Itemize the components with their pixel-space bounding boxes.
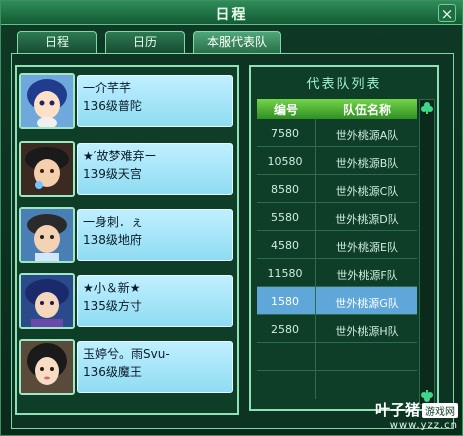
watermark-tag: 游戏网 (422, 403, 458, 418)
schedule-window: 日程 × 日程 日历 本服代表队 一介芊芊 136级普陀 ★′故梦难弃ー 139… (0, 0, 463, 436)
team-number: 10580 (267, 155, 303, 168)
table-row[interactable]: 10580 世外桃源B队 (257, 147, 417, 175)
member-info: 一身刺．ぇ 138级地府 (77, 209, 233, 261)
team-name: 世外桃源G队 (335, 297, 399, 310)
member-info: 一介芊芊 136级普陀 (77, 75, 233, 127)
team-number: 7580 (271, 127, 299, 140)
team-name: 世外桃源C队 (335, 185, 399, 198)
member-level-class: 139级天宫 (83, 167, 142, 181)
tab-schedule[interactable]: 日程 (17, 31, 97, 53)
team-name: 世外桃源A队 (335, 129, 399, 142)
avatar (19, 207, 75, 263)
table-row[interactable]: 5580 世外桃源D队 (257, 203, 417, 231)
team-number: 5580 (271, 211, 299, 224)
team-name: 世外桃源D队 (335, 213, 399, 226)
table-row[interactable]: 4580 世外桃源E队 (257, 231, 417, 259)
close-button[interactable]: × (438, 4, 456, 23)
title-bar[interactable]: 日程 × (1, 1, 462, 25)
member-card-4[interactable]: ★小＆新★ 135级方寸 (19, 273, 233, 329)
tab-server-team[interactable]: 本服代表队 (193, 31, 281, 53)
header-number[interactable]: 编号 (257, 101, 315, 118)
member-card-5[interactable]: 玉婷兮。雨Svu- 136级魔王 (19, 339, 233, 395)
club-up-icon (421, 102, 433, 114)
member-level-class: 135级方寸 (83, 299, 142, 313)
avatar-portrait-2-icon (21, 143, 73, 195)
member-info: ★小＆新★ 135级方寸 (77, 275, 233, 327)
watermark: 叶子猪 游戏网 www.yzz.cn (375, 399, 458, 431)
tab-calendar[interactable]: 日历 (105, 31, 185, 53)
window-title: 日程 (215, 7, 248, 23)
table-row[interactable]: 2580 世外桃源H队 (257, 315, 417, 343)
table-row-empty (257, 371, 417, 399)
member-level-class: 136级魔王 (83, 365, 142, 379)
team-number: 11580 (267, 267, 303, 280)
team-name: 世外桃源B队 (335, 157, 399, 170)
avatar-portrait-5-icon (21, 341, 73, 393)
avatar-portrait-4-icon (21, 275, 73, 327)
close-icon: × (440, 5, 454, 23)
member-name: ★′故梦难弃ー (83, 149, 157, 163)
watermark-url: www.yzz.cn (389, 420, 458, 431)
watermark-brand: 叶子猪 游戏网 (375, 399, 458, 420)
team-name: 世外桃源F队 (336, 269, 398, 282)
team-list-scrollbar[interactable] (419, 99, 435, 405)
avatar (19, 339, 75, 395)
member-card-3[interactable]: 一身刺．ぇ 138级地府 (19, 207, 233, 263)
team-name: 世外桃源E队 (336, 241, 398, 254)
member-info: 玉婷兮。雨Svu- 136级魔王 (77, 341, 233, 393)
member-level-class: 138级地府 (83, 233, 142, 247)
member-card-2[interactable]: ★′故梦难弃ー 139级天宫 (19, 141, 233, 197)
member-name: ★小＆新★ (83, 281, 141, 295)
member-name: 一身刺．ぇ (83, 215, 144, 229)
table-row[interactable]: 8580 世外桃源C队 (257, 175, 417, 203)
team-number: 2580 (271, 323, 299, 336)
avatar-portrait-3-icon (21, 209, 73, 261)
avatar (19, 273, 75, 329)
team-number: 8580 (271, 183, 299, 196)
avatar (19, 141, 75, 197)
team-table-header: 编号 队伍名称 (257, 99, 417, 119)
member-card-1[interactable]: 一介芊芊 136级普陀 (19, 73, 233, 129)
team-number: 4580 (271, 239, 299, 252)
table-row[interactable]: 11580 世外桃源F队 (257, 259, 417, 287)
team-name: 世外桃源H队 (335, 325, 399, 338)
scroll-up-button[interactable] (420, 100, 434, 114)
member-level-class: 136级普陀 (83, 99, 142, 113)
member-name: 一介芊芊 (83, 81, 132, 95)
member-name: 玉婷兮。雨Svu- (83, 347, 170, 361)
avatar (19, 73, 75, 129)
table-row-selected[interactable]: 1580 世外桃源G队 (257, 287, 417, 315)
watermark-main-text: 叶子猪 (374, 401, 420, 419)
header-team-name[interactable]: 队伍名称 (317, 101, 417, 118)
team-number: 1580 (271, 295, 299, 308)
table-row-empty (257, 343, 417, 371)
table-row[interactable]: 7580 世外桃源A队 (257, 119, 417, 147)
team-list-panel: 代表队列表 编号 队伍名称 7580 世外桃源A队 10580 世外桃源B队 8… (249, 65, 439, 411)
member-info: ★′故梦难弃ー 139级天宫 (77, 143, 233, 195)
avatar-portrait-1-icon (21, 75, 73, 127)
team-list-title: 代表队列表 (306, 77, 382, 92)
